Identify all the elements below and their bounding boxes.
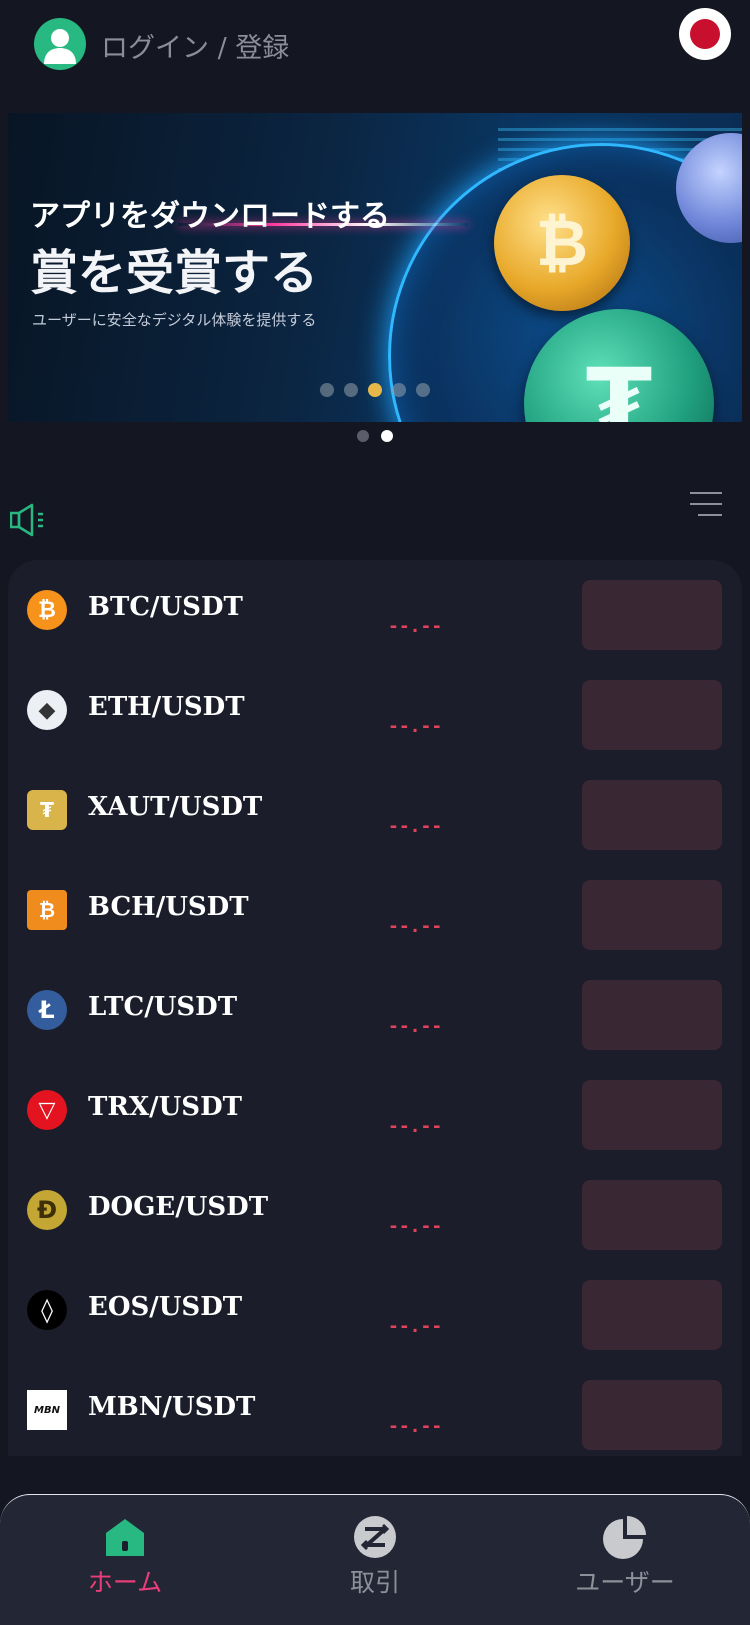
market-row-eos[interactable]: ◊ EOS/USDT --.-- bbox=[8, 1260, 742, 1360]
market-row-mbn[interactable]: MBN MBN/USDT --.-- bbox=[8, 1360, 742, 1460]
market-row-ltc[interactable]: Ł LTC/USDT --.-- bbox=[8, 960, 742, 1060]
top-header: ログイン / 登録 bbox=[0, 0, 750, 95]
change-badge bbox=[582, 580, 722, 650]
banner-subtitle: ユーザーに安全なデジタル体験を提供する bbox=[32, 311, 317, 329]
pair-name: TRX/USDT bbox=[88, 1092, 242, 1122]
pair-name: BTC/USDT bbox=[88, 592, 243, 622]
bottom-nav: ホーム 取引 ユーザー bbox=[0, 1494, 750, 1625]
pair-price: --.-- bbox=[388, 1416, 443, 1437]
doge-icon: Ð bbox=[27, 1190, 67, 1230]
eth-icon: ◆ bbox=[27, 690, 67, 730]
pair-name: BCH/USDT bbox=[88, 892, 249, 922]
market-row-btc[interactable]: ₿ BTC/USDT --.-- bbox=[8, 560, 742, 660]
pair-name: EOS/USDT bbox=[88, 1292, 243, 1322]
ltc-icon: Ł bbox=[27, 990, 67, 1030]
mbn-icon: MBN bbox=[27, 1390, 67, 1430]
banner-line-1: アプリをダウンロードする bbox=[30, 199, 390, 234]
change-badge bbox=[582, 1380, 722, 1450]
pair-name: XAUT/USDT bbox=[88, 792, 263, 822]
nav-trade[interactable]: 取引 bbox=[275, 1515, 475, 1599]
pair-name: ETH/USDT bbox=[88, 692, 245, 722]
pair-price: --.-- bbox=[388, 1216, 443, 1237]
bch-icon: ₿ bbox=[27, 890, 67, 930]
pair-price: --.-- bbox=[388, 616, 443, 637]
nav-home[interactable]: ホーム bbox=[25, 1515, 225, 1599]
change-badge bbox=[582, 1080, 722, 1150]
pie-chart-icon bbox=[603, 1516, 646, 1559]
japan-flag-icon[interactable] bbox=[679, 8, 731, 60]
pair-name: LTC/USDT bbox=[88, 992, 238, 1022]
nav-user[interactable]: ユーザー bbox=[525, 1515, 725, 1599]
banner-inner-dots bbox=[320, 383, 430, 397]
trx-icon: ▽ bbox=[27, 1090, 67, 1130]
change-badge bbox=[582, 680, 722, 750]
home-icon bbox=[106, 1519, 144, 1556]
banner-pager[interactable] bbox=[357, 430, 393, 442]
change-badge bbox=[582, 1280, 722, 1350]
market-row-bch[interactable]: ₿ BCH/USDT --.-- bbox=[8, 860, 742, 960]
nav-user-label: ユーザー bbox=[575, 1568, 675, 1597]
xaut-icon: ₮ bbox=[27, 790, 67, 830]
market-row-doge[interactable]: Ð DOGE/USDT --.-- bbox=[8, 1160, 742, 1260]
pair-price: --.-- bbox=[388, 916, 443, 937]
banner-headline: 賞を受賞する bbox=[30, 245, 319, 301]
pair-name: DOGE/USDT bbox=[88, 1192, 269, 1222]
pager-dot[interactable] bbox=[357, 430, 369, 442]
market-row-trx[interactable]: ▽ TRX/USDT --.-- bbox=[8, 1060, 742, 1160]
pair-price: --.-- bbox=[388, 1116, 443, 1137]
pair-price: --.-- bbox=[388, 716, 443, 737]
user-avatar-icon[interactable] bbox=[34, 18, 86, 70]
eos-icon: ◊ bbox=[27, 1290, 67, 1330]
change-badge bbox=[582, 880, 722, 950]
trade-icon bbox=[354, 1516, 396, 1558]
market-list: ₿ BTC/USDT --.-- ◆ ETH/USDT --.-- ₮ XAUT… bbox=[8, 560, 742, 1456]
bitcoin-coin-icon: ₿ bbox=[494, 175, 630, 311]
change-badge bbox=[582, 1180, 722, 1250]
market-row-eth[interactable]: ◆ ETH/USDT --.-- bbox=[8, 660, 742, 760]
menu-icon[interactable] bbox=[690, 491, 722, 517]
pair-name: MBN/USDT bbox=[88, 1392, 256, 1422]
market-row-xaut[interactable]: ₮ XAUT/USDT --.-- bbox=[8, 760, 742, 860]
btc-icon: ₿ bbox=[27, 590, 67, 630]
pager-dot-active[interactable] bbox=[381, 430, 393, 442]
promo-banner[interactable]: ₿ ₮ アプリをダウンロードする 賞を受賞する ユーザーに安全なデジタル体験を提… bbox=[8, 113, 742, 422]
login-register-link[interactable]: ログイン / 登録 bbox=[101, 26, 289, 65]
pair-price: --.-- bbox=[388, 1316, 443, 1337]
speaker-icon bbox=[10, 503, 43, 537]
pair-price: --.-- bbox=[388, 816, 443, 837]
change-badge bbox=[582, 980, 722, 1050]
pair-price: --.-- bbox=[388, 1016, 443, 1037]
change-badge bbox=[582, 780, 722, 850]
nav-home-label: ホーム bbox=[87, 1568, 163, 1597]
nav-trade-label: 取引 bbox=[349, 1568, 400, 1597]
